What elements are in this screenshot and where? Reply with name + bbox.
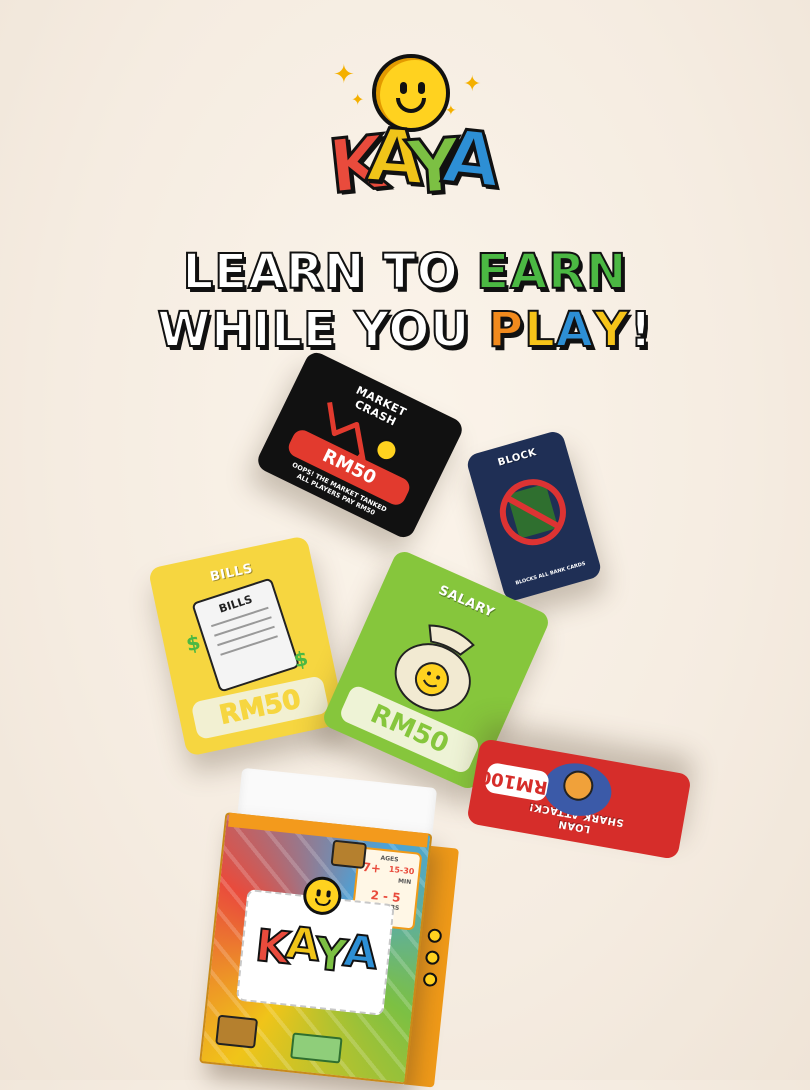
headline-line-1: LEARN TO EARN xyxy=(0,243,810,301)
sparkle-icon: ✦ xyxy=(351,90,365,109)
bills-paper-icon: BILLS xyxy=(191,577,301,693)
headline-letter-y: Y xyxy=(593,301,630,359)
headline-line-2: WHILE YOU PLAY! xyxy=(0,301,810,359)
box-logo-letter: A xyxy=(340,924,381,980)
loan-shark-card: LOAN SHARK ATTACK! RM100 xyxy=(466,738,692,860)
headline-accent-earn: EARN xyxy=(475,243,628,301)
sparkle-icon: ✦ xyxy=(333,60,355,90)
headline-exclamation: ! xyxy=(629,301,653,359)
headline-letter-p: P xyxy=(487,301,525,359)
headline-letter-l: L xyxy=(523,301,556,359)
box-time-value: 15-30 xyxy=(388,864,415,877)
block-card: BLOCK BLOCKS ALL BANK CARDS xyxy=(464,429,604,603)
wallet-icon xyxy=(330,839,368,870)
dollar-icon: $ xyxy=(183,629,203,657)
shark-icon xyxy=(543,763,612,816)
kaya-card-box: AGES 7+ 15-30 MIN 2 - 5 PLAYERS K A Y A xyxy=(199,766,465,1089)
logo-letter-a: A xyxy=(437,112,506,207)
sparkle-icon: ✦ xyxy=(463,72,482,97)
banknote-icon xyxy=(290,1032,343,1064)
bills-card: BILLS BILLS $ $ RM50 xyxy=(147,535,347,757)
bills-amount: RM50 xyxy=(190,675,330,741)
headline-text: WHILE YOU xyxy=(156,301,488,359)
box-logo-label: K A Y A xyxy=(235,874,395,1016)
headline-text: LEARN TO xyxy=(182,243,477,301)
market-crash-card: MARKET CRASH RM50 OOPS! THE MARKET TANKE… xyxy=(254,348,466,542)
kaya-logo: ✦ ✦ ✦ ✦ K A Y A xyxy=(323,48,506,213)
falling-arrow-icon xyxy=(327,401,398,473)
kaya-wordmark: K A Y A xyxy=(323,111,506,214)
wallet-icon xyxy=(215,1014,259,1049)
headline-letter-a: A xyxy=(555,301,594,359)
